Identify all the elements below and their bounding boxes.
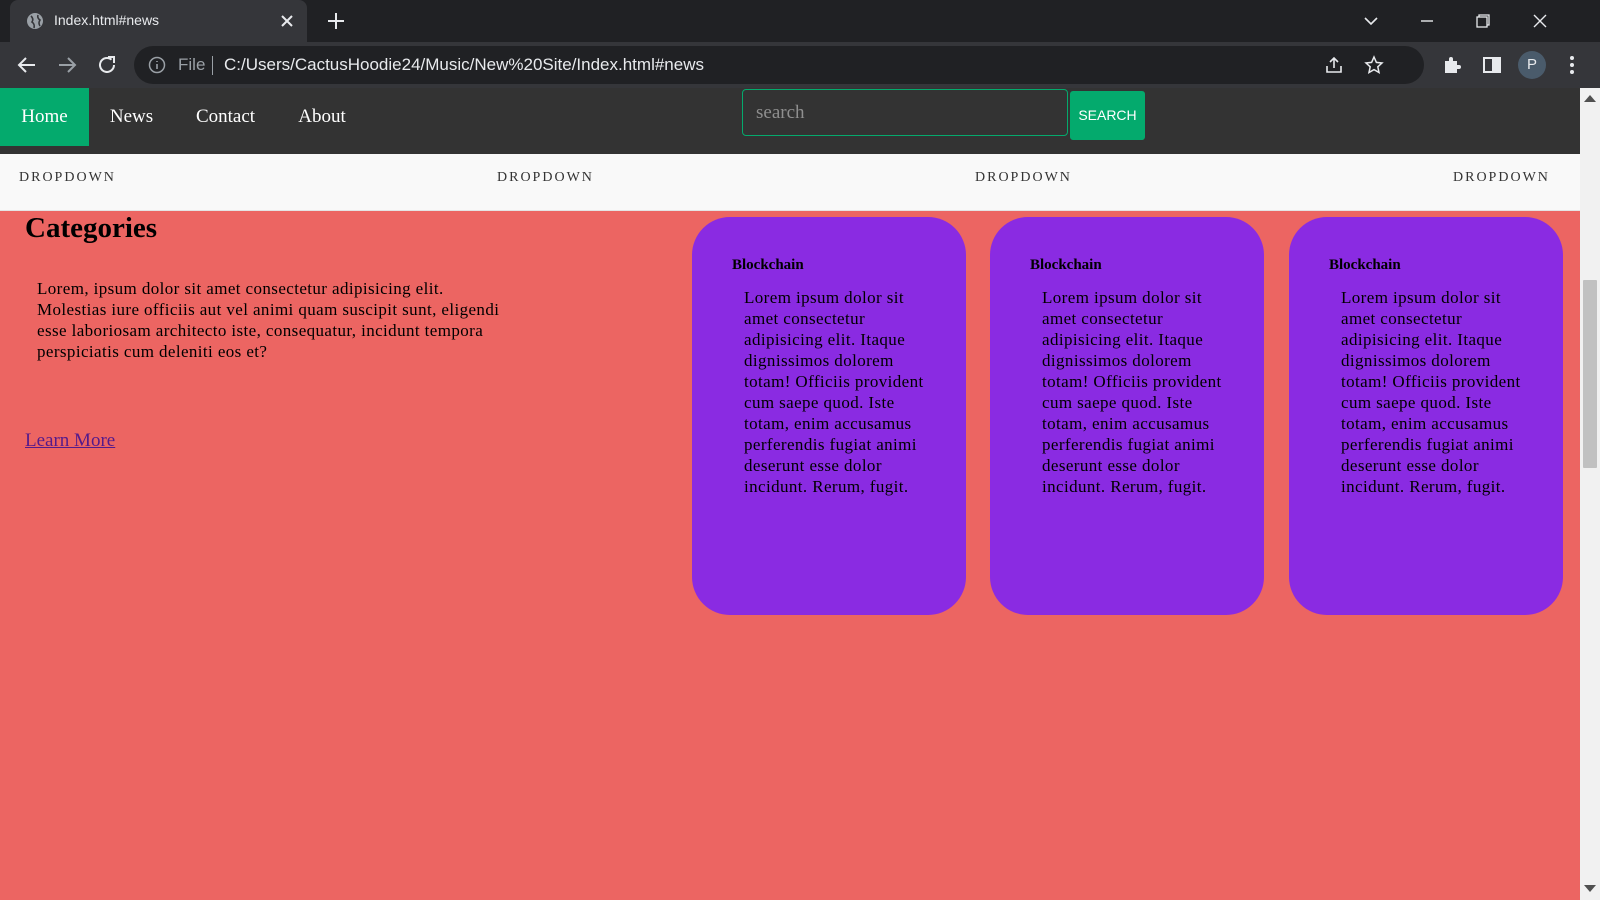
tab-search-chevron-icon[interactable] bbox=[1358, 8, 1384, 34]
dropdown-2[interactable]: DROPDOWN bbox=[497, 170, 594, 186]
forward-arrow-icon[interactable] bbox=[55, 53, 79, 77]
categories-heading: Categories bbox=[25, 212, 158, 244]
card-text: Lorem ipsum dolor sit amet consectetur a… bbox=[744, 288, 924, 496]
search-placeholder: search bbox=[756, 102, 805, 123]
site-navbar: Home News Contact About search SEARCH bbox=[0, 88, 1580, 154]
restore-icon[interactable] bbox=[1470, 8, 1496, 34]
scroll-up-arrow-icon[interactable] bbox=[1584, 95, 1596, 102]
nav-home[interactable]: Home bbox=[0, 88, 89, 146]
nav-news[interactable]: News bbox=[89, 88, 174, 146]
omnibox-divider bbox=[212, 56, 213, 75]
browser-tab-strip: Index.html#news bbox=[0, 0, 1600, 42]
window-close-icon[interactable] bbox=[1527, 8, 1553, 34]
minimize-icon[interactable] bbox=[1414, 8, 1440, 34]
extensions-puzzle-icon[interactable] bbox=[1440, 53, 1464, 77]
url-text[interactable]: C:/Users/CactusHoodie24/Music/New%20Site… bbox=[224, 55, 704, 75]
scrollbar-thumb[interactable] bbox=[1583, 280, 1597, 468]
search-button[interactable]: SEARCH bbox=[1070, 91, 1145, 140]
browser-toolbar: File C:/Users/CactusHoodie24/Music/New%2… bbox=[0, 42, 1600, 88]
card-title: Blockchain bbox=[732, 257, 804, 273]
new-tab-icon[interactable] bbox=[326, 11, 346, 31]
nav-about[interactable]: About bbox=[277, 88, 367, 146]
news-card: Blockchain Lorem ipsum dolor sit amet co… bbox=[1289, 217, 1563, 615]
news-card: Blockchain Lorem ipsum dolor sit amet co… bbox=[990, 217, 1264, 615]
close-tab-icon[interactable] bbox=[277, 11, 297, 31]
bookmark-star-icon[interactable] bbox=[1364, 55, 1384, 75]
news-card: Blockchain Lorem ipsum dolor sit amet co… bbox=[692, 217, 966, 615]
share-icon[interactable] bbox=[1324, 55, 1344, 75]
globe-icon bbox=[27, 13, 43, 29]
scroll-down-arrow-icon[interactable] bbox=[1584, 885, 1596, 892]
reload-icon[interactable] bbox=[95, 53, 119, 77]
tab-title: Index.html#news bbox=[54, 12, 160, 28]
dropdown-4[interactable]: DROPDOWN bbox=[1453, 170, 1550, 186]
page-scrollbar[interactable] bbox=[1580, 88, 1600, 900]
page-viewport: Home News Contact About search SEARCH DR… bbox=[0, 88, 1580, 900]
dropdown-bar: DROPDOWN DROPDOWN DROPDOWN DROPDOWN bbox=[0, 154, 1580, 211]
card-title: Blockchain bbox=[1329, 257, 1401, 273]
back-arrow-icon[interactable] bbox=[15, 53, 39, 77]
more-menu-icon[interactable] bbox=[1560, 53, 1584, 77]
nav-contact[interactable]: Contact bbox=[174, 88, 277, 146]
card-title: Blockchain bbox=[1030, 257, 1102, 273]
dropdown-1[interactable]: DROPDOWN bbox=[19, 170, 116, 186]
info-icon[interactable] bbox=[148, 56, 166, 74]
address-bar[interactable]: File C:/Users/CactusHoodie24/Music/New%2… bbox=[134, 46, 1424, 84]
dropdown-3[interactable]: DROPDOWN bbox=[975, 170, 1072, 186]
card-text: Lorem ipsum dolor sit amet consectetur a… bbox=[1042, 288, 1222, 496]
categories-paragraph: Lorem, ipsum dolor sit amet consectetur … bbox=[37, 279, 500, 361]
scheme-label: File bbox=[178, 55, 206, 74]
learn-more-link[interactable]: Learn More bbox=[25, 430, 115, 452]
side-panel-icon[interactable] bbox=[1480, 53, 1504, 77]
browser-tab[interactable]: Index.html#news bbox=[10, 0, 307, 42]
profile-avatar[interactable]: P bbox=[1518, 51, 1546, 79]
search-input[interactable]: search bbox=[742, 89, 1068, 136]
card-text: Lorem ipsum dolor sit amet consectetur a… bbox=[1341, 288, 1521, 496]
